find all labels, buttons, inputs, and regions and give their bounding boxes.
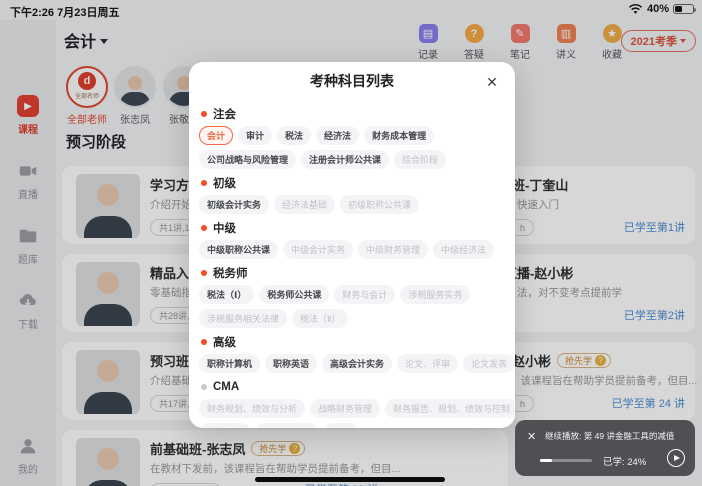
section-name: 中级	[213, 220, 236, 236]
subject-pill-row: 会计审计税法经济法财务成本管理	[199, 126, 505, 145]
subject-pill-涉税服务相关法律[interactable]: 涉税服务相关法律	[199, 309, 287, 328]
subject-list-modal: 考种科目列表 ✕ 注会会计审计税法经济法财务成本管理公司战略与风险管理注册会计师…	[189, 62, 515, 428]
subject-section-初级: 初级	[201, 176, 505, 190]
subject-section-中级: 中级	[201, 221, 505, 235]
subject-section-高级: 高级	[201, 335, 505, 349]
subject-pill-初级会计实务[interactable]: 初级会计实务	[199, 195, 269, 214]
subject-pill-经济法[interactable]: 经济法	[316, 126, 359, 145]
app-screen: 下午2:26 7月23日周五 40% d 会计云课堂 会计 ▤记录?答疑✎笔记▥…	[0, 0, 702, 486]
subject-pill-row: 财务规划、绩效与分析战略财务管理财务报告、规划、绩效与控制	[199, 399, 505, 418]
subject-pill-财务决策[interactable]: 财务决策	[199, 423, 251, 428]
modal-title: 考种科目列表	[310, 71, 394, 91]
subject-pill-战略财务管理[interactable]: 战略财务管理	[310, 399, 380, 418]
subject-pill-高级会计实务[interactable]: 高级会计实务	[322, 354, 392, 373]
section-name: 高级	[213, 334, 236, 350]
subject-pill-财务规划、绩效与分析[interactable]: 财务规划、绩效与分析	[199, 399, 305, 418]
subject-pill-row: 涉税服务相关法律税法（Ⅱ）	[199, 309, 505, 328]
subject-section-CMA: CMA	[201, 380, 505, 394]
subject-pill-CMA公共课[interactable]: CMA公共课	[256, 423, 319, 428]
subject-pill-row: 职称计算机职称英语高级会计实务论文、评审论文发表	[199, 354, 505, 373]
subject-pill-审计[interactable]: 审计	[238, 126, 272, 145]
close-icon[interactable]: ✕	[527, 430, 536, 443]
section-dot	[201, 339, 207, 345]
subject-pill-会计[interactable]: 会计	[199, 126, 233, 145]
subject-pill-论文、评审[interactable]: 论文、评审	[397, 354, 458, 373]
section-dot	[201, 180, 207, 186]
subject-pill-中级财务管理[interactable]: 中级财务管理	[358, 240, 428, 259]
section-name: CMA	[213, 381, 239, 393]
subject-pill-财务成本管理[interactable]: 财务成本管理	[364, 126, 434, 145]
subject-pill-经济法基础[interactable]: 经济法基础	[274, 195, 335, 214]
subject-pill-财务与会计[interactable]: 财务与会计	[334, 285, 395, 304]
subject-pill-中级经济法[interactable]: 中级经济法	[433, 240, 494, 259]
subject-pill-row: 公司战略与风险管理注册会计师公共课综合阶段	[199, 150, 505, 169]
subject-pill-职称计算机[interactable]: 职称计算机	[199, 354, 260, 373]
section-name: 初级	[213, 175, 236, 191]
subject-pill-CPE[interactable]: CPE	[324, 423, 359, 428]
subject-pill-涉税服务实务[interactable]: 涉税服务实务	[400, 285, 470, 304]
close-icon[interactable]: ✕	[483, 73, 501, 91]
subject-pill-row: 税法（Ⅰ） 税务师公共课财务与会计涉税服务实务	[199, 285, 505, 304]
subject-pill-中级会计实务[interactable]: 中级会计实务	[283, 240, 353, 259]
subject-pill-职称英语[interactable]: 职称英语	[265, 354, 317, 373]
subject-pill-row: 初级会计实务经济法基础初级职称公共课	[199, 195, 505, 214]
subject-pill-注册会计师公共课[interactable]: 注册会计师公共课	[301, 150, 389, 169]
section-name: 注会	[213, 106, 236, 122]
home-indicator[interactable]	[255, 477, 445, 482]
section-dot	[201, 225, 207, 231]
continue-play-text: 继续播放: 第 49 讲金融工具的减值	[545, 430, 674, 442]
subject-pill-税法[interactable]: 税法	[277, 126, 311, 145]
play-progress-label: 已学: 24%	[603, 454, 646, 468]
subject-pill-税法（Ⅰ）[interactable]: 税法（Ⅰ）	[199, 285, 254, 304]
subject-pill-财务报告、规划、绩效与控制[interactable]: 财务报告、规划、绩效与控制	[385, 399, 515, 418]
section-dot	[201, 111, 207, 117]
subject-pill-公司战略与风险管理[interactable]: 公司战略与风险管理	[199, 150, 296, 169]
subject-sections: 注会会计审计税法经济法财务成本管理公司战略与风险管理注册会计师公共课综合阶段初级…	[199, 107, 505, 428]
continue-play-toast[interactable]: ✕ 继续播放: 第 49 讲金融工具的减值 已学: 24%	[515, 420, 695, 476]
play-icon[interactable]	[667, 449, 685, 467]
subject-pill-row: 财务决策 CMA公共课 CPE	[199, 423, 505, 428]
subject-pill-中级职称公共课[interactable]: 中级职称公共课	[199, 240, 278, 259]
subject-pill-综合阶段[interactable]: 综合阶段	[394, 150, 446, 169]
play-progress-bar	[540, 459, 592, 462]
subject-pill-初级职称公共课[interactable]: 初级职称公共课	[340, 195, 419, 214]
subject-pill-税法（Ⅱ）[interactable]: 税法（Ⅱ）	[292, 309, 348, 328]
subject-pill-row: 中级职称公共课中级会计实务中级财务管理中级经济法	[199, 240, 505, 259]
section-name: 税务师	[213, 265, 248, 281]
section-dot	[201, 270, 207, 276]
section-dot	[201, 384, 207, 390]
subject-section-注会: 注会	[201, 107, 505, 121]
subject-pill-税务师公共课[interactable]: 税务师公共课	[259, 285, 329, 304]
subject-pill-论文发表[interactable]: 论文发表	[463, 354, 515, 373]
subject-section-税务师: 税务师	[201, 266, 505, 280]
